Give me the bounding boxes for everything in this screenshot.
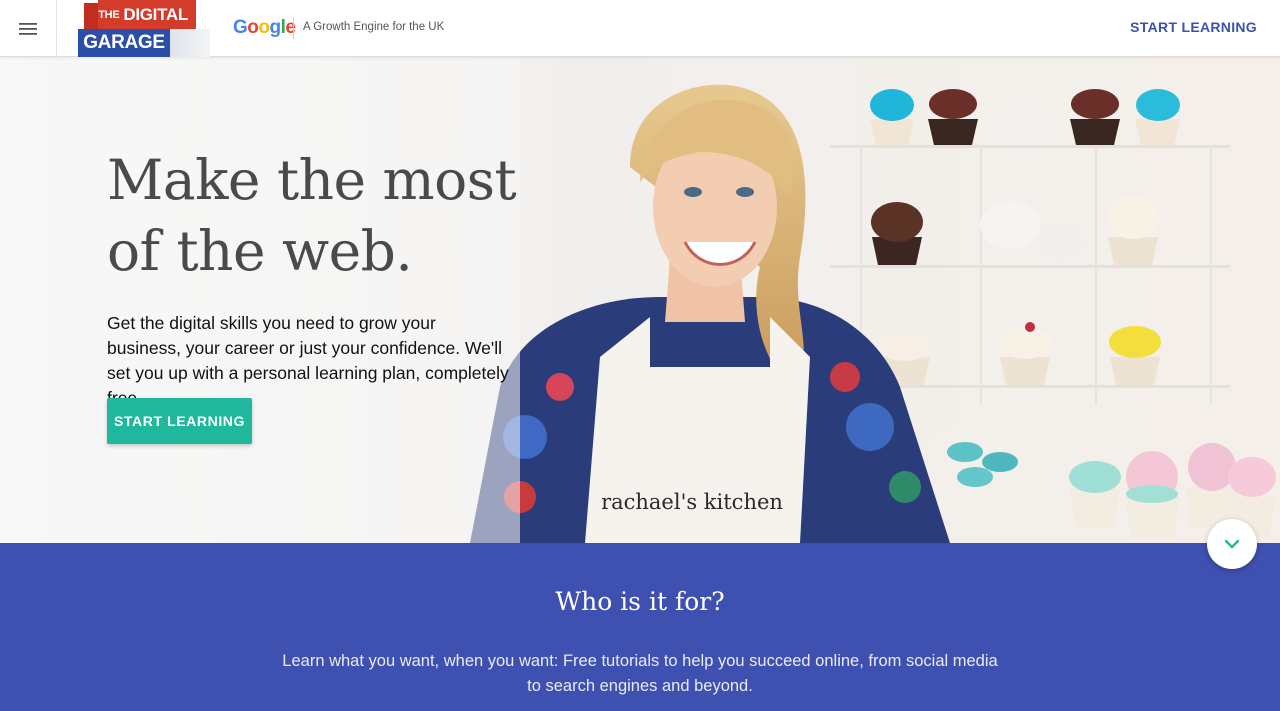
apron-text: rachael's kitchen xyxy=(601,490,783,514)
logo-garage-text: GARAGE xyxy=(83,32,165,53)
logo-grey-block xyxy=(170,29,210,57)
digital-garage-logo[interactable]: THE DIGITAL GARAGE xyxy=(78,0,210,57)
who-is-it-for-section: Who is it for? Learn what you want, when… xyxy=(0,543,1280,711)
hero-text-block: Make the most of the web. Get the digita… xyxy=(107,145,527,411)
hero-headline: Make the most of the web. xyxy=(107,148,517,283)
google-wordmark[interactable]: Google xyxy=(233,17,296,39)
hero-section: rachael's kitchen Make the most of the w… xyxy=(0,57,1280,543)
header-start-learning-link[interactable]: START LEARNING xyxy=(1130,19,1257,35)
menu-button[interactable] xyxy=(0,0,57,57)
chevron-down-icon xyxy=(1224,539,1240,549)
top-navigation-bar: THE DIGITAL GARAGE Google A Growth Engin… xyxy=(0,0,1280,57)
who-section-title: Who is it for? xyxy=(555,587,725,616)
logo-bottom-block: GARAGE xyxy=(78,29,170,57)
logo-digital-text: DIGITAL xyxy=(123,5,188,24)
logo-top-block: THE DIGITAL xyxy=(98,0,196,30)
logo-the-text: THE xyxy=(98,9,120,21)
logo-block-side xyxy=(84,3,98,30)
scroll-down-button[interactable] xyxy=(1207,519,1257,569)
hero-subtext: Get the digital skills you need to grow … xyxy=(107,313,509,408)
hero-start-learning-button[interactable]: START LEARNING xyxy=(107,398,252,444)
header-divider xyxy=(293,17,294,39)
header-tagline: A Growth Engine for the UK xyxy=(303,21,445,33)
hamburger-menu-icon xyxy=(19,22,37,35)
who-section-text: Learn what you want, when you want: Free… xyxy=(282,652,998,695)
